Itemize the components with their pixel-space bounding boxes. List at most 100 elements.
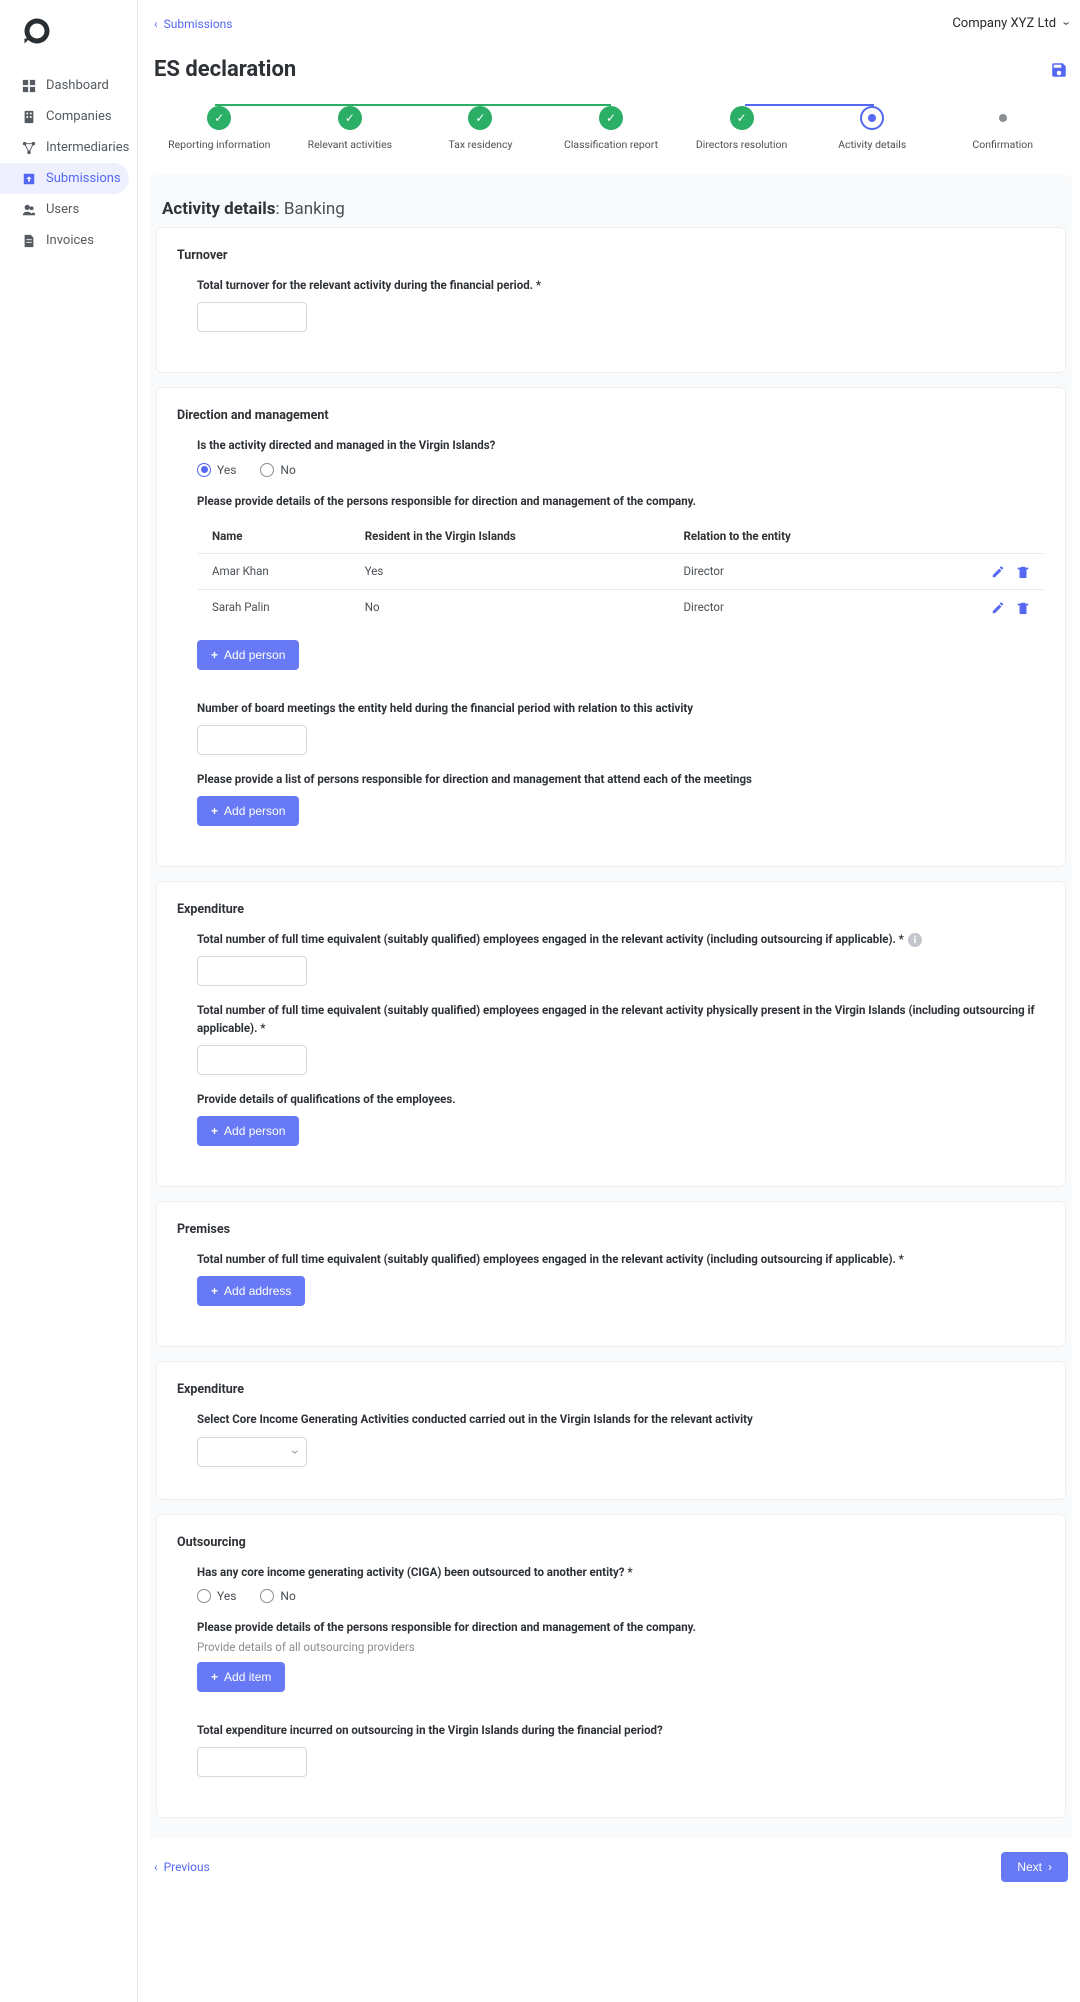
delete-icon[interactable] [1016, 601, 1030, 615]
plus-icon: + [211, 648, 218, 662]
card-title: Outsourcing [177, 1535, 1045, 1550]
form-content: Activity details: Banking Turnover Total… [150, 175, 1072, 1838]
topbar: ‹ Submissions Company XYZ Ltd › [150, 16, 1072, 39]
meetings-input[interactable] [197, 725, 307, 755]
turnover-label: Total turnover for the relevant activity… [197, 277, 1045, 294]
save-button[interactable] [1050, 61, 1068, 79]
col-resident: Resident in the Virgin Islands [351, 518, 670, 553]
nav-label: Intermediaries [46, 140, 129, 155]
nav-label: Invoices [46, 233, 94, 248]
step-classification-report[interactable]: ✓Classification report [546, 106, 677, 151]
add-address-button[interactable]: +Add address [197, 1276, 305, 1306]
card-title: Expenditure [177, 1382, 1045, 1397]
delete-icon[interactable] [1016, 565, 1030, 579]
add-person-button[interactable]: +Add person [197, 640, 299, 670]
add-attendee-button[interactable]: +Add person [197, 796, 299, 826]
col-relation: Relation to the entity [670, 518, 911, 553]
ciga-select[interactable] [197, 1437, 307, 1467]
nav-dashboard[interactable]: Dashboard [0, 70, 137, 101]
outsourcing-card: Outsourcing Has any core income generati… [156, 1514, 1066, 1819]
card-title: Expenditure [177, 902, 1045, 917]
plus-icon: + [211, 1124, 218, 1138]
chevron-right-icon: › [1048, 1860, 1052, 1874]
nav-intermediaries[interactable]: Intermediaries [0, 132, 137, 163]
table-row: Sarah Palin No Director [198, 589, 1045, 625]
step-directors-resolution[interactable]: ✓Directors resolution [676, 106, 807, 151]
outsourced-question: Has any core income generating activity … [197, 1564, 1045, 1581]
plus-icon: + [211, 1670, 218, 1684]
page-header: ES declaration [150, 39, 1072, 92]
step-activity-details[interactable]: Activity details [807, 106, 938, 151]
footer-nav: ‹ Previous Next › [150, 1838, 1072, 1886]
network-icon [22, 141, 36, 155]
chevron-down-icon: › [1059, 22, 1074, 26]
company-selector[interactable]: Company XYZ Ltd › [952, 16, 1068, 31]
users-icon [22, 203, 36, 217]
nav-label: Dashboard [46, 78, 109, 93]
building-icon [22, 110, 36, 124]
step-tax-residency[interactable]: ✓Tax residency [415, 106, 546, 151]
outsourced-yes-radio[interactable]: Yes [197, 1589, 236, 1603]
fte-vi-label: Total number of full time equivalent (su… [197, 1002, 1045, 1037]
chevron-left-icon: ‹ [154, 17, 158, 31]
direction-management-card: Direction and management Is the activity… [156, 387, 1066, 867]
section-lead: Activity details: Banking [156, 181, 1066, 227]
upload-icon [22, 172, 36, 186]
nav-label: Submissions [46, 171, 121, 186]
fte-vi-input[interactable] [197, 1045, 307, 1075]
outsourcing-expenditure-label: Total expenditure incurred on outsourcin… [197, 1722, 1045, 1739]
nav-label: Users [46, 202, 79, 217]
outsourcing-providers-sublabel: Provide details of all outsourcing provi… [197, 1640, 1045, 1654]
add-provider-button[interactable]: +Add item [197, 1662, 285, 1692]
info-icon[interactable]: i [908, 933, 922, 947]
stepper: ✓Reporting information ✓Relevant activit… [150, 92, 1072, 175]
main-content: ‹ Submissions Company XYZ Ltd › ES decla… [138, 0, 1080, 2002]
app-logo [22, 16, 52, 46]
edit-icon[interactable] [991, 601, 1005, 615]
qualifications-label: Provide details of qualifications of the… [197, 1091, 1045, 1108]
directed-no-radio[interactable]: No [260, 463, 295, 477]
nav-label: Companies [46, 109, 112, 124]
fte-total-input[interactable] [197, 956, 307, 986]
outsourcing-persons-label: Please provide details of the persons re… [197, 1619, 1045, 1636]
edit-icon[interactable] [991, 565, 1005, 579]
expenditure-employees-card: Expenditure Total number of full time eq… [156, 881, 1066, 1187]
back-label: Submissions [164, 17, 233, 31]
plus-icon: + [211, 804, 218, 818]
step-relevant-activities[interactable]: ✓Relevant activities [285, 106, 416, 151]
step-reporting-information[interactable]: ✓Reporting information [154, 106, 285, 151]
nav-invoices[interactable]: Invoices [0, 225, 137, 256]
nav-submissions[interactable]: Submissions [0, 163, 129, 194]
back-to-submissions[interactable]: ‹ Submissions [154, 17, 233, 31]
turnover-input[interactable] [197, 302, 307, 332]
expenditure-ciga-card: Expenditure Select Core Income Generatin… [156, 1361, 1066, 1499]
turnover-card: Turnover Total turnover for the relevant… [156, 227, 1066, 373]
card-title: Premises [177, 1222, 1045, 1237]
directed-yes-radio[interactable]: Yes [197, 463, 236, 477]
fte-total-label: Total number of full time equivalent (su… [197, 931, 1045, 948]
add-employee-qual-button[interactable]: +Add person [197, 1116, 299, 1146]
plus-icon: + [211, 1284, 218, 1298]
col-name: Name [198, 518, 351, 553]
nav-users[interactable]: Users [0, 194, 137, 225]
outsourcing-expenditure-input[interactable] [197, 1747, 307, 1777]
page-title: ES declaration [154, 57, 296, 82]
card-title: Turnover [177, 248, 1045, 263]
nav-companies[interactable]: Companies [0, 101, 137, 132]
next-button[interactable]: Next › [1001, 1852, 1068, 1882]
persons-table: Name Resident in the Virgin Islands Rela… [197, 518, 1045, 626]
outsourced-no-radio[interactable]: No [260, 1589, 295, 1603]
previous-button[interactable]: ‹ Previous [154, 1860, 210, 1874]
ciga-select-label: Select Core Income Generating Activities… [197, 1411, 1045, 1428]
table-row: Amar Khan Yes Director [198, 553, 1045, 589]
chevron-left-icon: ‹ [154, 1860, 158, 1874]
company-name: Company XYZ Ltd [952, 16, 1056, 31]
premises-card: Premises Total number of full time equiv… [156, 1201, 1066, 1347]
card-title: Direction and management [177, 408, 1045, 423]
sidebar: Dashboard Companies Intermediaries Submi… [0, 0, 138, 2002]
invoice-icon [22, 234, 36, 248]
premises-label: Total number of full time equivalent (su… [197, 1251, 1045, 1268]
attendees-label: Please provide a list of persons respons… [197, 771, 1045, 788]
step-confirmation[interactable]: Confirmation [937, 106, 1068, 151]
meetings-label: Number of board meetings the entity held… [197, 700, 1045, 717]
